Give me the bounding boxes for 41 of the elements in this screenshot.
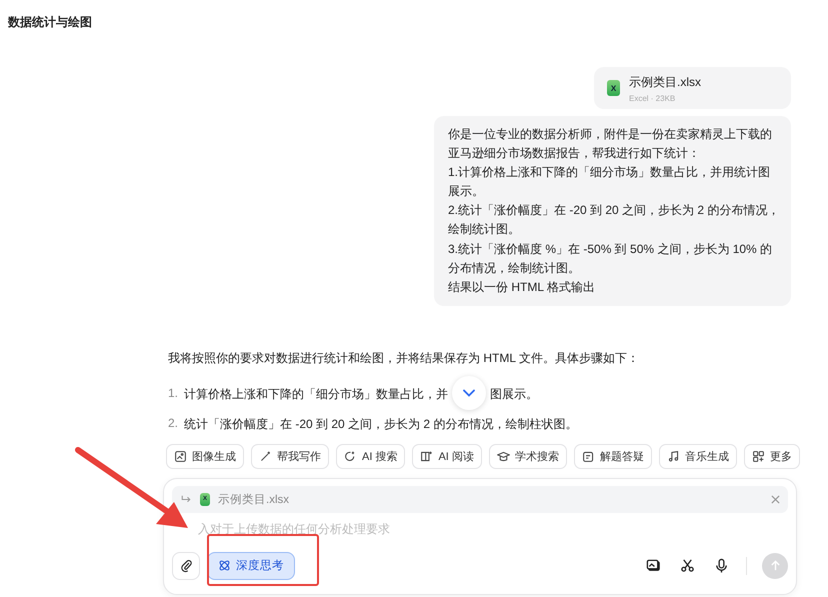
- tool-icon: [496, 450, 510, 463]
- microphone-icon[interactable]: [714, 558, 729, 574]
- tool-icon: [666, 450, 680, 463]
- file-card[interactable]: X 示例类目.xlsx Excel · 23KB: [594, 67, 791, 109]
- tool-chip[interactable]: 学术搜索: [488, 444, 567, 469]
- tool-icon: [752, 450, 765, 463]
- scroll-down-button[interactable]: [452, 376, 486, 410]
- user-message: 你是一位专业的数据分析师，附件是一份在卖家精灵上下载的亚马逊细分市场数据报告，帮我进行如下统计： 1.计算价格上涨和下降的「细分市场」数量占比，并用统计图展示。 2.统计「涨价幅度」在 -20 到 20 之间，步长为 2 的分布情况，绘制统计图。 3.统计「涨价幅度 %」在 -50% 到 50% 之间，步长为 10% 的分布情况，绘制统计图。 结果以一份 HTML 格式输出: [434, 116, 791, 306]
- chevron-down-icon: [463, 388, 476, 397]
- step-number: 1.: [168, 386, 178, 400]
- paperclip-icon: [180, 558, 192, 574]
- tool-chip[interactable]: 图像生成: [166, 444, 244, 469]
- atom-icon: [218, 559, 231, 572]
- attachment-name: 示例类目.xlsx: [218, 492, 289, 507]
- arrow-up-icon: [770, 560, 780, 572]
- tool-icon: [420, 450, 434, 463]
- tool-chip[interactable]: 音乐生成: [658, 444, 737, 469]
- tool-icon: [174, 450, 187, 463]
- image-icon[interactable]: [646, 558, 661, 574]
- tool-chip[interactable]: AI 阅读: [412, 444, 482, 469]
- chat-title: 数据统计与绘图: [8, 14, 92, 31]
- reply-intro: 我将按照你的要求对数据进行统计和绘图，并将结果保存为 HTML 文件。具体步骤如下：: [168, 350, 639, 367]
- deep-think-button[interactable]: 深度思考: [207, 552, 295, 580]
- tool-chip[interactable]: 解题答疑: [574, 444, 652, 469]
- tool-chip[interactable]: AI 搜索: [336, 444, 406, 469]
- spreadsheet-file-icon: X: [607, 80, 620, 96]
- step-text: 图展示。: [490, 386, 538, 403]
- step-number: 2.: [168, 416, 178, 430]
- file-name: 示例类目.xlsx: [629, 74, 701, 90]
- message-input[interactable]: 入对于上传数据的任何分析处理要求: [198, 522, 498, 536]
- tool-chip[interactable]: 帮我写作: [251, 444, 329, 469]
- tool-icon: [344, 450, 357, 463]
- scissors-icon[interactable]: [680, 558, 695, 574]
- step-text: 计算价格上涨和下降的「细分市场」数量占比，并: [184, 386, 448, 403]
- tool-chip[interactable]: 更多: [744, 444, 800, 469]
- tool-icon: [582, 450, 595, 463]
- step-text: 统计「涨价幅度」在 -20 到 20 之间，步长为 2 的分布情况，绘制柱状图。: [184, 416, 578, 433]
- file-meta: Excel · 23KB: [629, 94, 676, 102]
- attach-button[interactable]: [172, 552, 200, 580]
- close-icon[interactable]: [771, 494, 780, 504]
- tool-icon: [259, 450, 272, 463]
